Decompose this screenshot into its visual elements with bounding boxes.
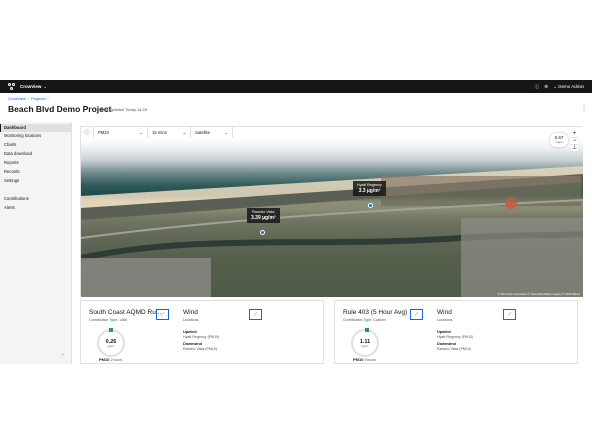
wind-title: Wind (183, 309, 198, 316)
map-attribution: © Microsoft Corporation © OpenStreetMap … (497, 292, 580, 296)
user-menu[interactable]: ⌄ Demo Admin (553, 84, 584, 90)
chevron-down-icon: ⌄ (224, 130, 228, 135)
map-imagery (81, 166, 583, 297)
interval-select-value: 15 mins (152, 130, 167, 135)
downwind-value: Rancho Vista (PM10) (437, 347, 472, 351)
sidebar: Dashboard Monitoring locations Charts Da… (0, 122, 72, 364)
settings-icon[interactable]: ⚙ (544, 84, 548, 90)
interval-select[interactable]: 15 mins ⌄ (148, 127, 191, 138)
pollutant-name: PM10 (99, 357, 110, 362)
map-marker-label-rancho-vista[interactable]: Rancho Vista 3.39 µg/m³ (247, 208, 280, 223)
help-icon[interactable]: ⓘ (535, 84, 540, 90)
alert-card: South Coast AQMD Ru... Contribution Type… (80, 300, 324, 364)
upwind-value: Hyatt Regency (PM10) (437, 335, 474, 339)
gauge-status-indicator (365, 328, 369, 332)
map-marker-hyatt-regency[interactable] (368, 203, 373, 208)
app-frame: CrowView ⌄ ⓘ ⚙ ⌄ Demo Admin CrowView / Pro… (0, 0, 592, 444)
wind-subtitle: Locations (183, 318, 199, 322)
sidebar-item-records[interactable]: Records (0, 168, 72, 176)
upwind-label: Upwind (183, 330, 197, 334)
gauge: 0.26 µg/m³ (97, 329, 125, 357)
sidebar-item-settings[interactable]: Settings (0, 177, 72, 185)
layer-select-value: Satellite (195, 130, 210, 135)
page-title: Beach Blvd Demo Project (8, 104, 112, 114)
map-panel: ⓘ PM10 ⌄ 15 mins ⌄ Satellite ⌄ Hyatt Reg… (80, 126, 583, 297)
pollutant-name: PM10 (353, 357, 364, 362)
sidebar-item-alerts[interactable]: Alerts (0, 204, 72, 212)
upwind-value: Hyatt Regency (PM10) (183, 335, 220, 339)
marker-value: 3.39 µg/m³ (251, 215, 276, 221)
pollutant-select[interactable]: PM10 ⌄ (94, 127, 148, 138)
breadcrumb-item-home[interactable]: CrowView (8, 96, 26, 101)
chart-icon: ⟋ (160, 311, 165, 318)
card-title: Rule 403 (5 Hour Avg) (343, 309, 408, 316)
pollutant-note: 2 hours (110, 358, 122, 362)
upwind-label: Upwind (437, 330, 451, 334)
chevron-down-icon: ⌄ (139, 130, 143, 135)
layer-select[interactable]: Satellite ⌄ (191, 127, 233, 138)
pollutant-note: 5 hours (364, 358, 376, 362)
satellite-map[interactable]: Hyatt Regency 3.3 µg/m³ Rancho Vista 3.3… (81, 138, 583, 297)
chart-icon: ⟋ (414, 311, 419, 318)
wind-chart-button[interactable]: ⟋ (503, 309, 516, 320)
chart-button[interactable]: ⟋ (156, 309, 169, 320)
top-right-actions: ⓘ ⚙ ⌄ Demo Admin (535, 80, 584, 93)
pollutant-label: PM10 2 hours (99, 357, 122, 362)
chart-icon: ⟋ (507, 311, 512, 318)
aqi-unit: mg/m (555, 140, 563, 144)
chart-button[interactable]: ⟋ (410, 309, 423, 320)
chart-icon: ⟋ (253, 311, 258, 318)
app-logo-icon[interactable] (8, 82, 17, 91)
pollutant-select-value: PM10 (98, 130, 109, 135)
wind-title: Wind (437, 309, 452, 316)
gauge: 1.11 µg/m³ (351, 329, 379, 357)
sidebar-item-charts[interactable]: Charts (0, 141, 72, 149)
chevron-down-icon: ⌄ (182, 130, 186, 135)
map-marker-label-hyatt-regency[interactable]: Hyatt Regency 3.3 µg/m³ (353, 181, 386, 196)
card-subtitle: Contribution Type: 1466 (89, 318, 128, 322)
pollutant-label: PM10 5 hours (353, 357, 376, 362)
aqi-badge: 0.67 mg/m (550, 133, 568, 147)
marker-value: 3.3 µg/m³ (358, 188, 381, 194)
breadcrumb-item-projects[interactable]: Projects (31, 96, 45, 101)
card-subtitle: Contribution Type: Custom (343, 318, 386, 322)
app-switcher-chevron-icon[interactable]: ⌄ (43, 84, 46, 89)
marker-name: Hyatt Regency (357, 183, 382, 187)
marker-name: Rancho Vista (252, 210, 275, 214)
sidebar-collapse-icon[interactable]: ‹ (62, 352, 64, 358)
gauge-status-indicator (109, 328, 113, 332)
more-options-icon[interactable]: ⋮ (581, 105, 587, 112)
sidebar-item-reports[interactable]: Reports (0, 159, 72, 167)
downwind-value: Rancho Vista (PM10) (183, 347, 218, 351)
user-name: Demo Admin (558, 83, 584, 89)
zoom-in-icon[interactable]: + (571, 131, 578, 138)
downwind-label: Downwind (183, 342, 202, 346)
last-updated-text: Last updated Today 14:28 (101, 107, 147, 112)
alert-card: Rule 403 (5 Hour Avg) Contribution Type:… (334, 300, 578, 364)
reset-north-icon[interactable]: ⊥ (571, 145, 578, 152)
gauge-unit: µg/m³ (107, 344, 115, 348)
sidebar-item-contributions[interactable]: Contributions (0, 195, 72, 203)
breadcrumb: CrowView / Projects / (8, 96, 49, 101)
map-zoom-controls: + − ⊥ (571, 131, 578, 152)
wind-chart-button[interactable]: ⟋ (249, 309, 262, 320)
zoom-out-icon[interactable]: − (571, 138, 578, 145)
card-title: South Coast AQMD Ru... (89, 309, 162, 316)
sidebar-item-dashboard[interactable]: Dashboard (0, 124, 72, 132)
top-bar: CrowView ⌄ ⓘ ⚙ ⌄ Demo Admin (0, 80, 592, 93)
downwind-label: Downwind (437, 342, 456, 346)
app-name[interactable]: CrowView (20, 84, 41, 89)
sidebar-item-monitoring-locations[interactable]: Monitoring locations (0, 132, 72, 140)
map-marker-rancho-vista[interactable] (260, 230, 265, 235)
wind-subtitle: Locations (437, 318, 453, 322)
map-controls: ⓘ PM10 ⌄ 15 mins ⌄ Satellite ⌄ (81, 127, 583, 138)
sidebar-item-data-download[interactable]: Data download (0, 150, 72, 158)
info-icon[interactable]: ⓘ (81, 127, 94, 138)
gauge-unit: µg/m³ (361, 344, 369, 348)
